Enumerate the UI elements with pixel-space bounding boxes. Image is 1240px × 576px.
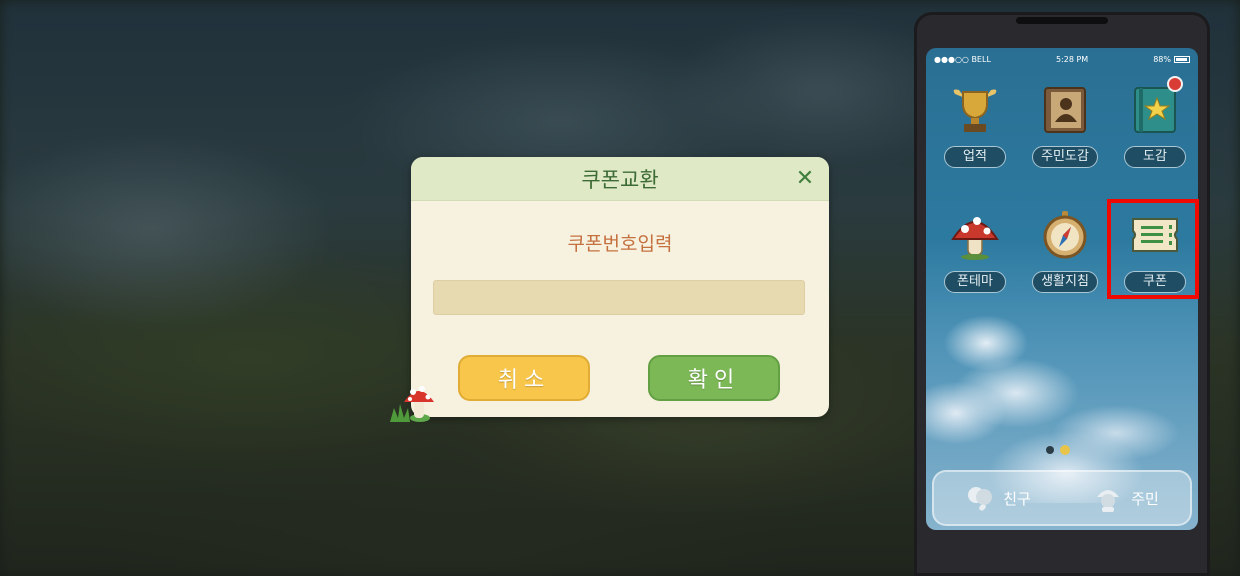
app-phone-theme[interactable]: 폰테마: [939, 207, 1011, 293]
phone-speaker: [1016, 17, 1108, 24]
dialog-header: 쿠폰교환 ✕: [411, 157, 829, 201]
coupon-dialog: 쿠폰교환 ✕ 쿠폰번호입력 취소 확인: [411, 157, 829, 417]
app-label: 생활지침: [1032, 271, 1098, 293]
app-achievements[interactable]: 업적: [939, 82, 1011, 168]
confirm-button[interactable]: 확인: [648, 355, 780, 401]
status-battery: 88%: [1153, 55, 1190, 64]
app-resident-book[interactable]: 주민도감: [1029, 82, 1101, 168]
star-book-icon: [1127, 76, 1183, 138]
dialog-title: 쿠폰교환: [581, 167, 659, 192]
app-label: 도감: [1124, 146, 1186, 168]
app-collection[interactable]: 도감: [1119, 76, 1191, 168]
resident-book-icon: [1037, 82, 1093, 138]
status-carrier: ●●●○○ BELL: [934, 54, 991, 64]
resident-icon: [1097, 490, 1120, 512]
page-dot[interactable]: [1046, 446, 1054, 454]
coupon-highlight-box: [1107, 199, 1199, 299]
dock-label: 주민: [1131, 489, 1159, 508]
page-indicator: [1046, 445, 1070, 455]
app-label: 주민도감: [1032, 146, 1098, 168]
app-label: 업적: [944, 146, 1006, 168]
app-life-guide[interactable]: 생활지침: [1029, 207, 1101, 293]
notification-badge: [1167, 76, 1183, 92]
mushroom-icon: [947, 207, 1003, 263]
cancel-button[interactable]: 취소: [458, 355, 590, 401]
dock-friends[interactable]: 친구: [965, 483, 1031, 513]
trophy-icon: [947, 82, 1003, 138]
friends-icon: [968, 487, 993, 511]
dock-residents[interactable]: 주민: [1093, 483, 1159, 513]
compass-icon: [1037, 207, 1093, 263]
mushroom-decoration-icon: [390, 386, 434, 422]
coupon-code-input[interactable]: [433, 280, 805, 315]
phone-dock: 친구 주민: [932, 470, 1192, 526]
battery-icon: [1173, 55, 1190, 63]
page-dot-active[interactable]: [1060, 445, 1070, 455]
coupon-prompt: 쿠폰번호입력: [567, 233, 673, 255]
app-label: 폰테마: [944, 271, 1006, 293]
status-time: 5:28 PM: [1055, 54, 1089, 64]
close-icon[interactable]: ✕: [793, 168, 817, 190]
dock-label: 친구: [1003, 489, 1031, 508]
battery-percent: 88%: [1153, 54, 1171, 64]
status-bar: ●●●○○ BELL 5:28 PM 88%: [926, 48, 1198, 70]
